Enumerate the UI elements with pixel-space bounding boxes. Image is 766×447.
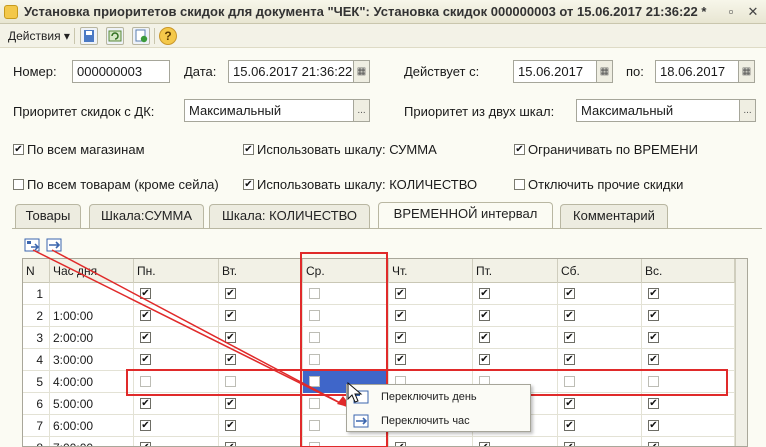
menu-item-label: Переключить час	[381, 415, 470, 427]
annotation-overlay	[32, 249, 728, 447]
context-menu: Переключить день Переключить час	[346, 384, 531, 432]
annotation-arrow-line	[32, 249, 347, 407]
mouse-cursor-icon	[347, 382, 363, 403]
toggle-hour-icon	[353, 413, 370, 429]
menu-item-toggle-hour[interactable]: Переключить час	[347, 410, 530, 432]
menu-item-label: Переключить день	[381, 391, 477, 403]
menu-item-toggle-day[interactable]: Переключить день	[347, 386, 530, 408]
